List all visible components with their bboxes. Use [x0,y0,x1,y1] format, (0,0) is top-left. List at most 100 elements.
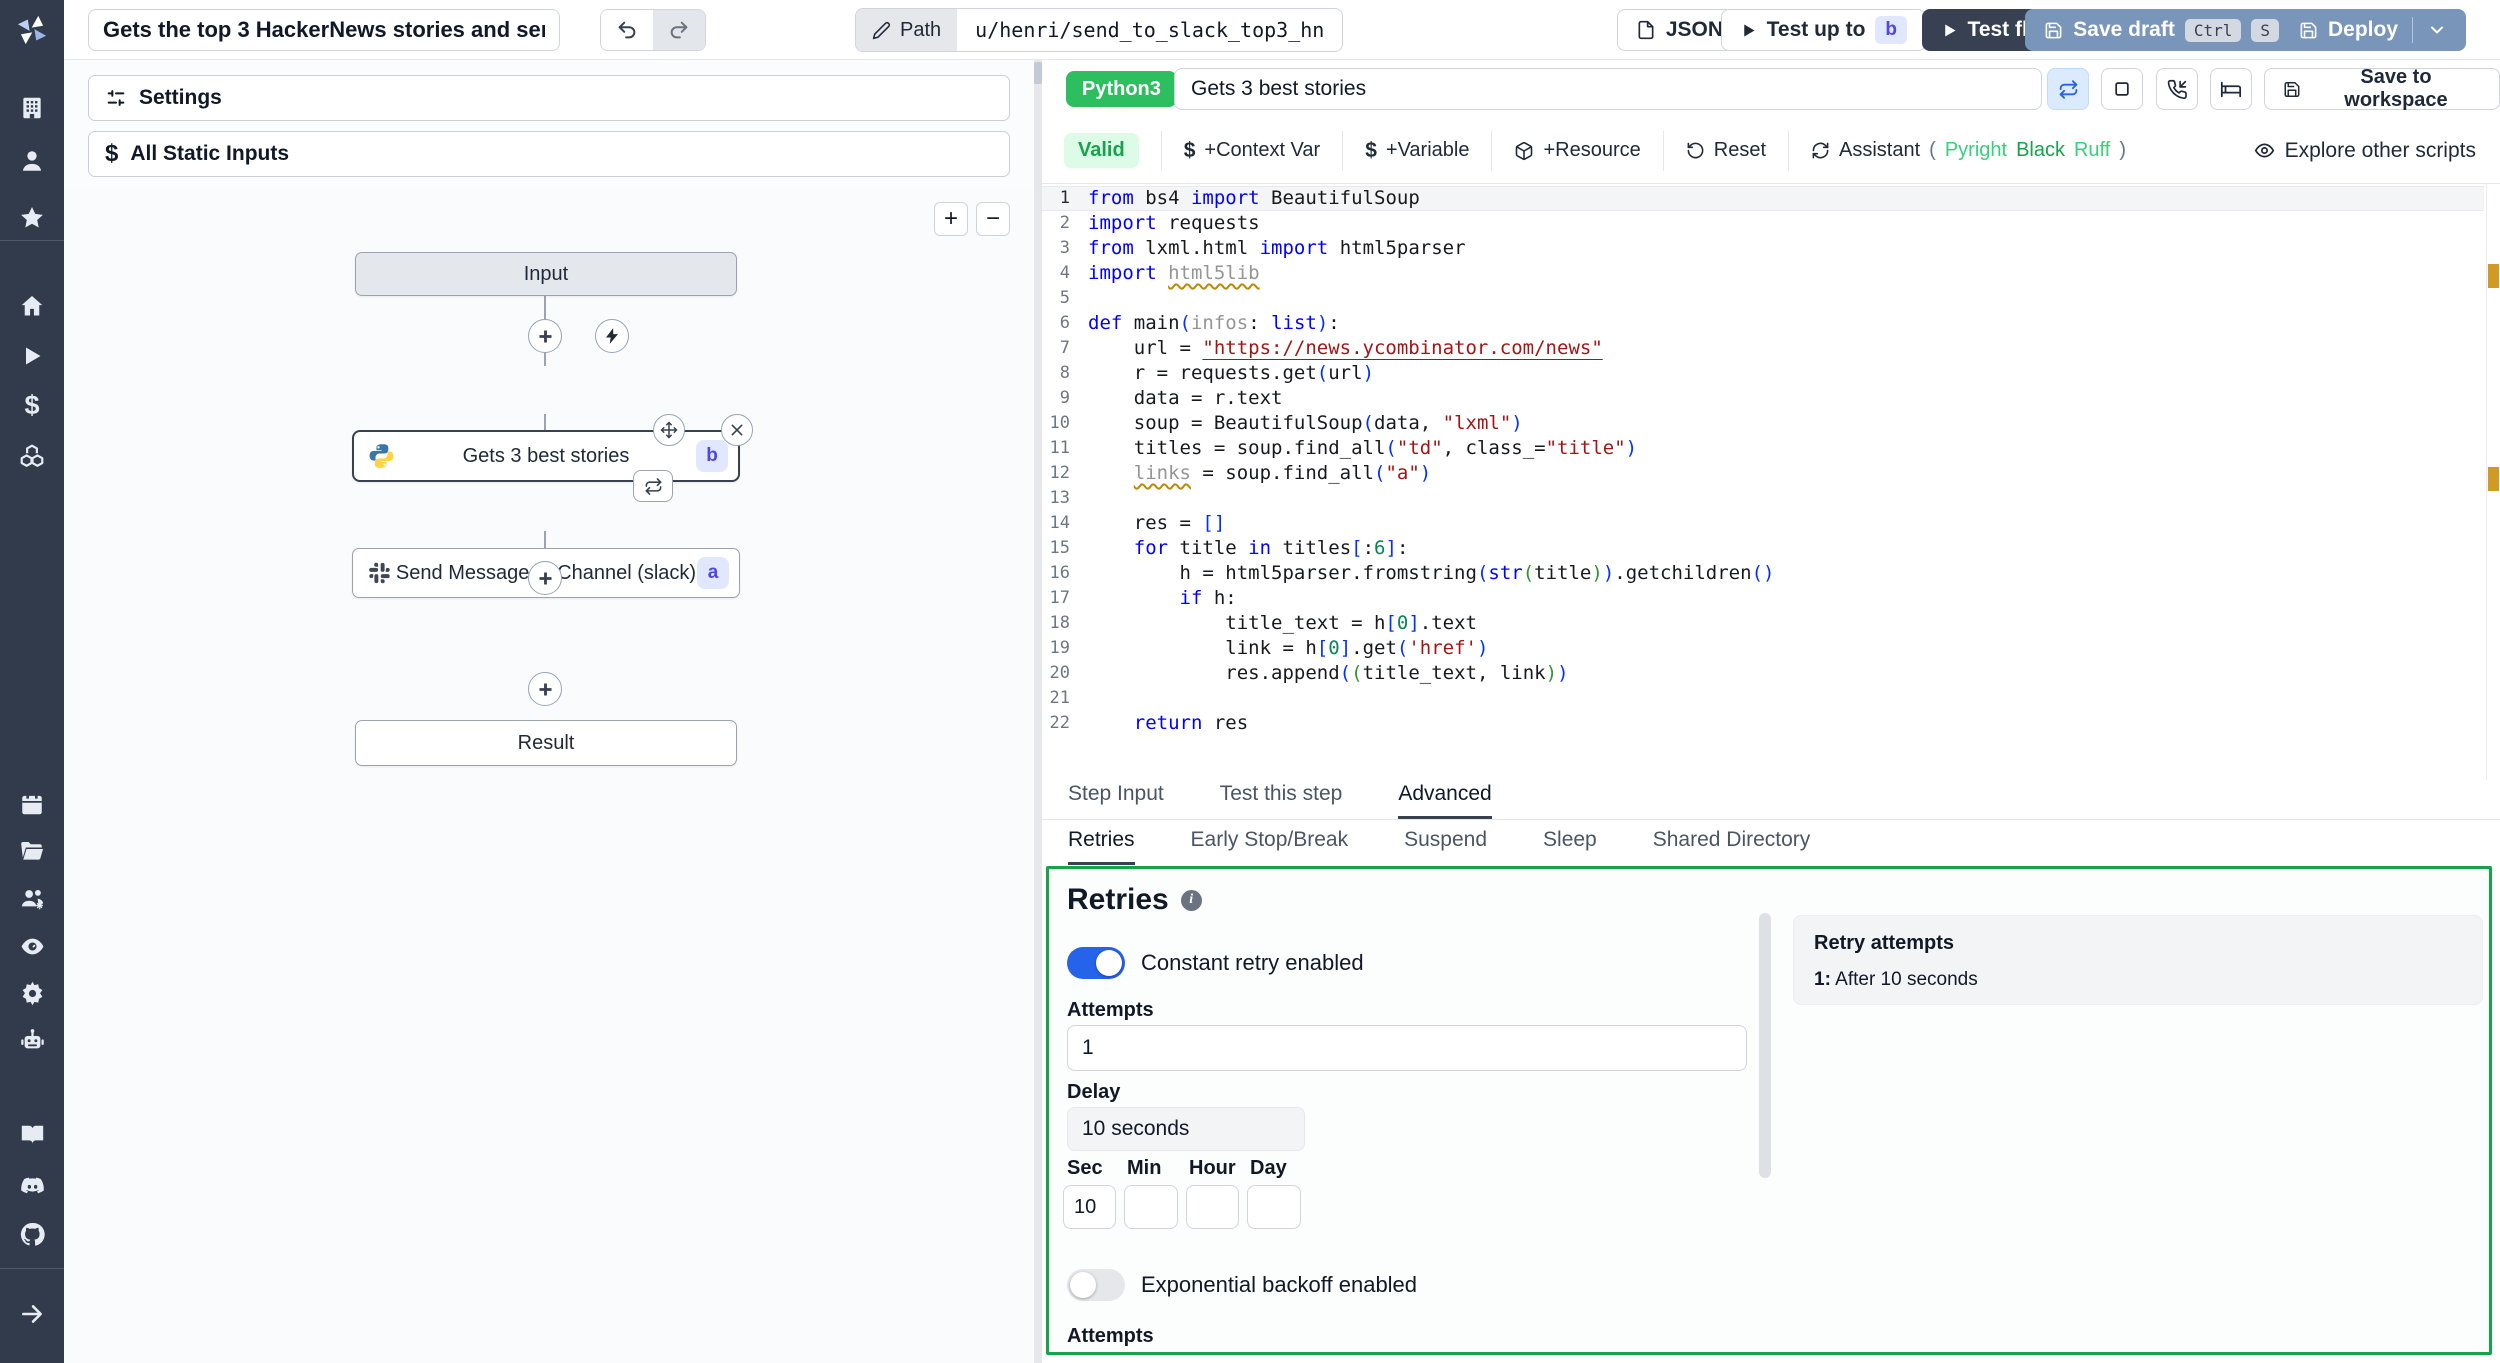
code-line[interactable]: 11 titles = soup.find_all("td", class_="… [1042,436,2484,461]
code-line[interactable]: 22 return res [1042,711,2484,736]
step-b-retry-indicator[interactable] [633,470,673,502]
sidebar-settings-button[interactable] [10,971,54,1015]
add-resource-button[interactable]: +Resource [1492,139,1662,162]
add-trigger-button[interactable] [595,319,629,353]
add-step-button[interactable] [528,319,562,353]
overview-ruler[interactable] [2486,184,2500,780]
sidebar-workspace-button[interactable] [10,86,54,130]
sec-input[interactable] [1063,1185,1116,1229]
dollar-icon: $ [105,140,119,167]
tab-test-this-step[interactable]: Test this step [1220,782,1343,819]
constant-retry-toggle[interactable] [1067,947,1125,979]
reset-button[interactable]: Reset [1664,139,1788,162]
sidebar-workers-button[interactable] [10,1018,54,1062]
path-group[interactable]: Path u/henri/send_to_slack_top3_hn [855,8,1344,52]
assistant-button[interactable]: Assistant ( Pyright Black Ruff ) [1789,139,2148,162]
sidebar-docs-button[interactable] [10,1112,54,1156]
code-line[interactable]: 8 r = requests.get(url) [1042,361,2484,386]
add-step-button[interactable] [528,672,562,706]
tab-advanced[interactable]: Advanced [1398,782,1492,819]
attempts-input[interactable] [1067,1025,1747,1071]
sidebar-user-button[interactable] [10,139,54,183]
sidebar-resources-button[interactable] [10,434,54,478]
flow-node-input[interactable]: Input [355,252,737,296]
delay-input[interactable] [1067,1107,1305,1151]
code-line[interactable]: 14 res = [] [1042,511,2484,536]
flow-node-result[interactable]: Result [355,720,737,766]
min-input[interactable] [1124,1185,1178,1229]
move-step-button[interactable] [653,414,685,446]
sleep-button[interactable] [2210,68,2252,110]
flow-title-input[interactable] [88,9,560,51]
windmill-logo-icon[interactable] [10,8,54,52]
zoom-in-button[interactable]: + [934,202,968,236]
chevron-down-icon[interactable] [2427,20,2447,40]
code-editor[interactable]: 1 from bs4 import BeautifulSoup 2 import re… [1042,184,2500,780]
package-icon [1516,141,1533,160]
save-draft-button[interactable]: Save draft Ctrl S [2025,9,2298,51]
code-line[interactable]: 13 [1042,486,2484,511]
sidebar-collapse-button[interactable] [10,1292,54,1336]
flow-settings-bar[interactable]: Settings [88,75,1010,121]
add-variable-button[interactable]: $ +Variable [1343,139,1491,163]
code-line[interactable]: 16 h = html5parser.fromstring(str(title)… [1042,561,2484,586]
sidebar-schedules-button[interactable] [10,782,54,826]
code-line[interactable]: 18 title_text = h[0].text [1042,611,2484,636]
subtab-sleep[interactable]: Sleep [1543,828,1597,865]
code-line[interactable]: 17 if h: [1042,586,2484,611]
panel-resize-handle[interactable] [1034,60,1042,1363]
sidebar-variables-button[interactable]: $ [10,383,54,427]
explore-other-scripts-button[interactable]: Explore other scripts [2254,139,2476,163]
suspend-button[interactable] [2156,68,2198,110]
deploy-button[interactable]: Deploy [2279,9,2466,51]
step-name-input[interactable] [1174,68,2042,110]
code-line[interactable]: 9 data = r.text [1042,386,2484,411]
sidebar-audit-logs-button[interactable] [10,924,54,968]
code-line[interactable]: 10 soup = BeautifulSoup(data, "lxml") [1042,411,2484,436]
code-line[interactable]: 7 url = "https://news.ycombinator.com/ne… [1042,336,2484,361]
delete-step-button[interactable] [721,414,753,446]
subtab-early-stop[interactable]: Early Stop/Break [1191,828,1349,865]
hour-input[interactable] [1186,1185,1239,1229]
early-stop-button[interactable] [2101,68,2143,110]
code-line[interactable]: 5 [1042,286,2484,311]
sidebar-home-button[interactable] [10,284,54,328]
exponential-backoff-toggle[interactable] [1067,1269,1125,1301]
code-line[interactable]: 1 from bs4 import BeautifulSoup [1042,186,2484,211]
retries-scrollbar[interactable] [1759,913,1771,1178]
redo-button[interactable] [653,10,705,50]
save-to-workspace-button[interactable]: Save to workspace [2264,66,2500,111]
code-line[interactable]: 4 import html5lib [1042,261,2484,286]
path-chip[interactable]: Path [856,9,958,51]
undo-button[interactable] [601,10,653,50]
subtab-suspend[interactable]: Suspend [1404,828,1487,865]
add-context-var-button[interactable]: $ +Context Var [1162,139,1343,163]
code-line[interactable]: 15 for title in titles[:6]: [1042,536,2484,561]
tab-step-input[interactable]: Step Input [1068,782,1164,819]
code-line[interactable]: 6 def main(infos: list): [1042,311,2484,336]
add-step-button[interactable] [528,561,562,595]
sidebar-favorites-button[interactable] [10,196,54,240]
code-line[interactable]: 12 links = soup.find_all("a") [1042,461,2484,486]
flow-canvas[interactable]: + − Input Gets 3 best stories b Send Mes… [64,188,1034,1363]
test-up-to-button[interactable]: Test up to b [1720,9,1926,51]
subtab-retries[interactable]: Retries [1068,828,1135,865]
sidebar-runs-button[interactable] [10,334,54,378]
day-input[interactable] [1247,1185,1301,1229]
code-line[interactable]: 20 res.append((title_text, link)) [1042,661,2484,686]
subtab-shared-directory[interactable]: Shared Directory [1653,828,1811,865]
sidebar-discord-button[interactable] [10,1164,54,1208]
sidebar-github-button[interactable] [10,1212,54,1256]
sidebar-folders-button[interactable] [10,829,54,873]
code-line[interactable]: 19 link = h[0].get('href') [1042,636,2484,661]
code-line[interactable]: 3 from lxml.html import html5parser [1042,236,2484,261]
all-static-inputs-bar[interactable]: $ All Static Inputs [88,131,1010,177]
code-line[interactable]: 21 [1042,686,2484,711]
code-line[interactable]: 2 import requests [1042,211,2484,236]
retries-toggle-button[interactable] [2047,68,2089,110]
static-inputs-bar-label: All Static Inputs [130,142,290,165]
info-icon[interactable]: i [1180,889,1202,911]
path-value[interactable]: u/henri/send_to_slack_top3_hn [957,9,1342,51]
zoom-out-button[interactable]: − [976,202,1010,236]
sidebar-groups-button[interactable] [10,876,54,920]
